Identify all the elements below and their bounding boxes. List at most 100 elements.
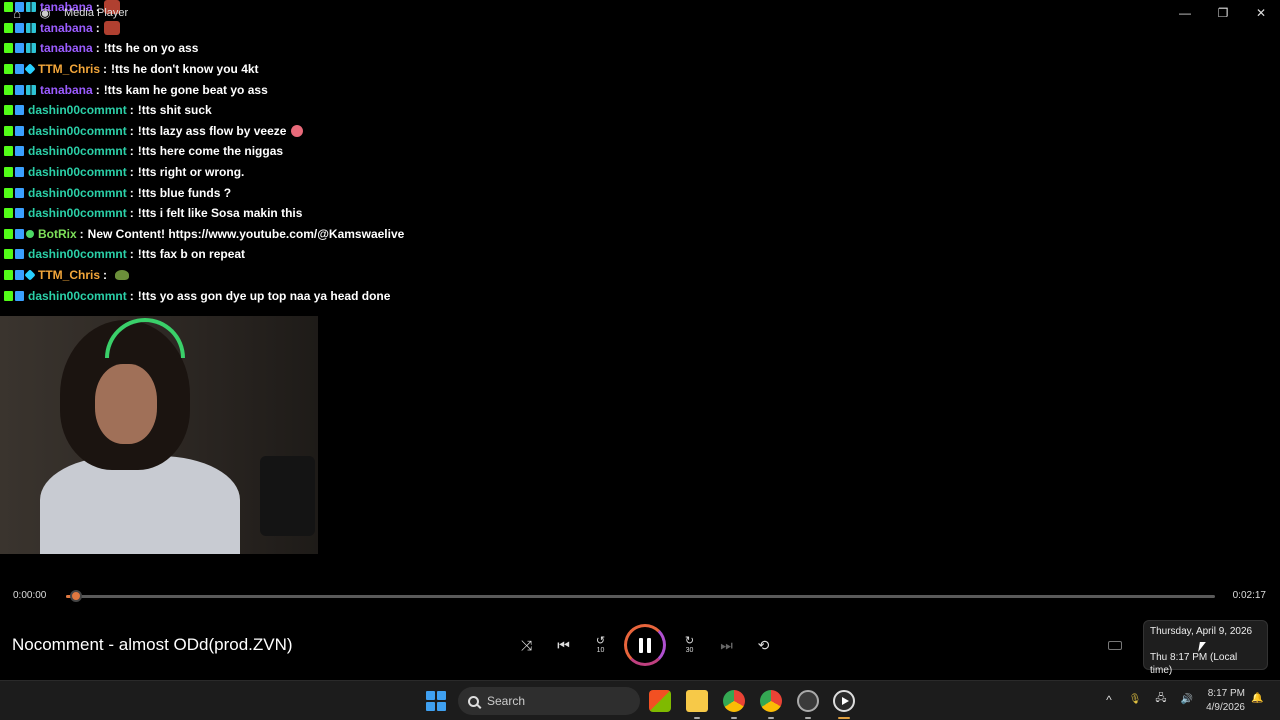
seek-thumb[interactable] (70, 590, 82, 602)
title-bar-left: ⌂ ◉ Media Player (8, 4, 128, 22)
volume-icon[interactable]: 🔊 (1178, 694, 1196, 705)
blue-badge-icon (15, 228, 24, 239)
grid-badge-icon (26, 84, 36, 95)
blue-badge-icon (15, 84, 24, 95)
chat-separator: : (129, 123, 134, 138)
start-button[interactable] (426, 691, 446, 711)
chat-message: dashin00commnt: !tts right or wrong. (0, 162, 560, 183)
repeat-button[interactable]: ⟲ (745, 624, 782, 666)
background-gear (260, 456, 315, 536)
chat-username[interactable]: dashin00commnt (28, 186, 127, 200)
tray-chevron-icon[interactable]: ^ (1100, 693, 1118, 707)
maximize-button[interactable]: ❐ (1204, 0, 1242, 26)
close-button[interactable]: ✕ (1242, 0, 1280, 26)
chrome-profile-icon[interactable] (760, 690, 782, 712)
chat-username[interactable]: dashin00commnt (28, 247, 127, 261)
chat-text: !tts i felt like Sosa makin this (137, 206, 303, 221)
chat-badges (4, 105, 24, 116)
green-badge-icon (4, 64, 13, 75)
next-icon: ⏭ (720, 636, 733, 653)
notification-bell-icon[interactable]: 🔔 (1251, 693, 1263, 704)
chat-message: tanabana: !tts kam he gone beat yo ass (0, 79, 560, 100)
chat-badges (4, 269, 36, 281)
clock-date: 4/9/2026 (1206, 702, 1245, 713)
green-badge-icon (4, 270, 13, 281)
back-icon[interactable]: ⌂ (8, 4, 26, 22)
chat-text: !tts shit suck (137, 103, 212, 118)
chat-separator: : (129, 185, 134, 200)
chat-message: dashin00commnt: !tts i felt like Sosa mak… (0, 203, 560, 224)
pause-button[interactable] (624, 624, 666, 666)
microsoft-store-icon[interactable] (649, 690, 671, 712)
chat-username[interactable]: tanabana (40, 83, 93, 97)
chrome-indicator (731, 717, 737, 719)
taskbar-search[interactable]: Search (458, 687, 640, 715)
miniplayer-icon[interactable] (1108, 641, 1122, 650)
chat-separator: : (95, 82, 100, 97)
blue-badge-icon (15, 43, 24, 54)
title-bar: ⌂ ◉ Media Player — ❐ ✕ (0, 0, 1280, 28)
chat-text: !tts right or wrong. (137, 165, 245, 180)
system-tray: ^ 🎙 🖧 🔊 (1100, 691, 1196, 708)
chat-text: !tts he don't know you 4kt (111, 62, 259, 77)
chat-badges (4, 146, 24, 157)
green-badge-icon (4, 125, 13, 136)
minimize-button[interactable]: — (1166, 0, 1204, 26)
chat-username[interactable]: TTM_Chris (38, 62, 100, 76)
blue-badge-icon (15, 249, 24, 260)
shuffle-button[interactable]: ⤨ (508, 624, 545, 666)
blue-badge-icon (15, 167, 24, 178)
windows-logo-icon (426, 691, 435, 700)
taskbar-clock[interactable]: 8:17 PM 4/9/2026 (1195, 687, 1245, 715)
seek-bar[interactable] (66, 595, 1215, 598)
rewind-label: 10 (596, 647, 605, 654)
chat-username[interactable]: dashin00commnt (28, 144, 127, 158)
chat-username[interactable]: dashin00commnt (28, 206, 127, 220)
chat-username[interactable]: TTM_Chris (38, 268, 100, 282)
chat-message: TTM_Chris: !tts he don't know you 4kt (0, 59, 560, 80)
repeat-icon: ⟲ (757, 636, 770, 653)
search-icon (468, 695, 479, 707)
file-explorer-indicator (694, 717, 700, 719)
rewind-icon: ↺ (595, 635, 606, 647)
network-icon[interactable]: 🖧 (1152, 691, 1170, 708)
chat-separator: : (129, 206, 134, 221)
next-button[interactable]: ⏭ (708, 624, 745, 666)
chat-username[interactable]: dashin00commnt (28, 103, 127, 117)
snipping-tool-icon[interactable] (797, 690, 819, 712)
microphone-icon[interactable]: 🎙 (1126, 694, 1144, 705)
chat-separator: : (129, 247, 134, 262)
media-player-app-icon: ◉ (39, 5, 51, 20)
forward-icon: ↻ (684, 635, 695, 647)
forward-30-button[interactable]: ↻ 30 (671, 624, 708, 666)
chat-separator: : (103, 62, 108, 77)
search-placeholder: Search (487, 694, 526, 708)
person-face (95, 364, 157, 444)
cyan-badge-icon (24, 63, 36, 75)
chat-message: dashin00commnt: !tts lazy ass flow by vee… (0, 121, 560, 142)
chat-text: !tts he on yo ass (103, 41, 199, 56)
previous-button[interactable]: ⏮ (545, 624, 582, 666)
webcam-video (0, 316, 318, 554)
green-badge-icon (4, 105, 13, 116)
elapsed-time: 0:00:00 (13, 590, 47, 601)
chat-username[interactable]: tanabana (40, 41, 93, 55)
chrome-profile-indicator (768, 717, 774, 719)
chat-username[interactable]: dashin00commnt (28, 165, 127, 179)
bot-badge-icon (26, 229, 34, 238)
chat-text: !tts kam he gone beat yo ass (103, 82, 268, 97)
chat-overlay: tanabana: tanabana: tanabana: !tts he on yo… (0, 0, 560, 306)
chat-username[interactable]: dashin00commnt (28, 124, 127, 138)
file-explorer-icon[interactable] (686, 690, 708, 712)
rewind-10-button[interactable]: ↺ 10 (582, 624, 619, 666)
chat-username[interactable]: BotRix (38, 227, 77, 241)
chat-message: BotRix: New Content! https://www.youtube.… (0, 224, 560, 245)
chat-badges (4, 167, 24, 178)
media-player-taskbar-icon[interactable] (833, 690, 855, 712)
chat-username[interactable]: dashin00commnt (28, 289, 127, 303)
duration-time: 0:02:17 (1232, 590, 1266, 601)
chat-message: tanabana: !tts he on yo ass (0, 38, 560, 59)
chat-message: dashin00commnt: !tts fax b on repeat (0, 244, 560, 265)
chrome-icon[interactable] (723, 690, 745, 712)
song-title: Nocomment - almost ODd(prod.ZVN) (12, 635, 293, 654)
